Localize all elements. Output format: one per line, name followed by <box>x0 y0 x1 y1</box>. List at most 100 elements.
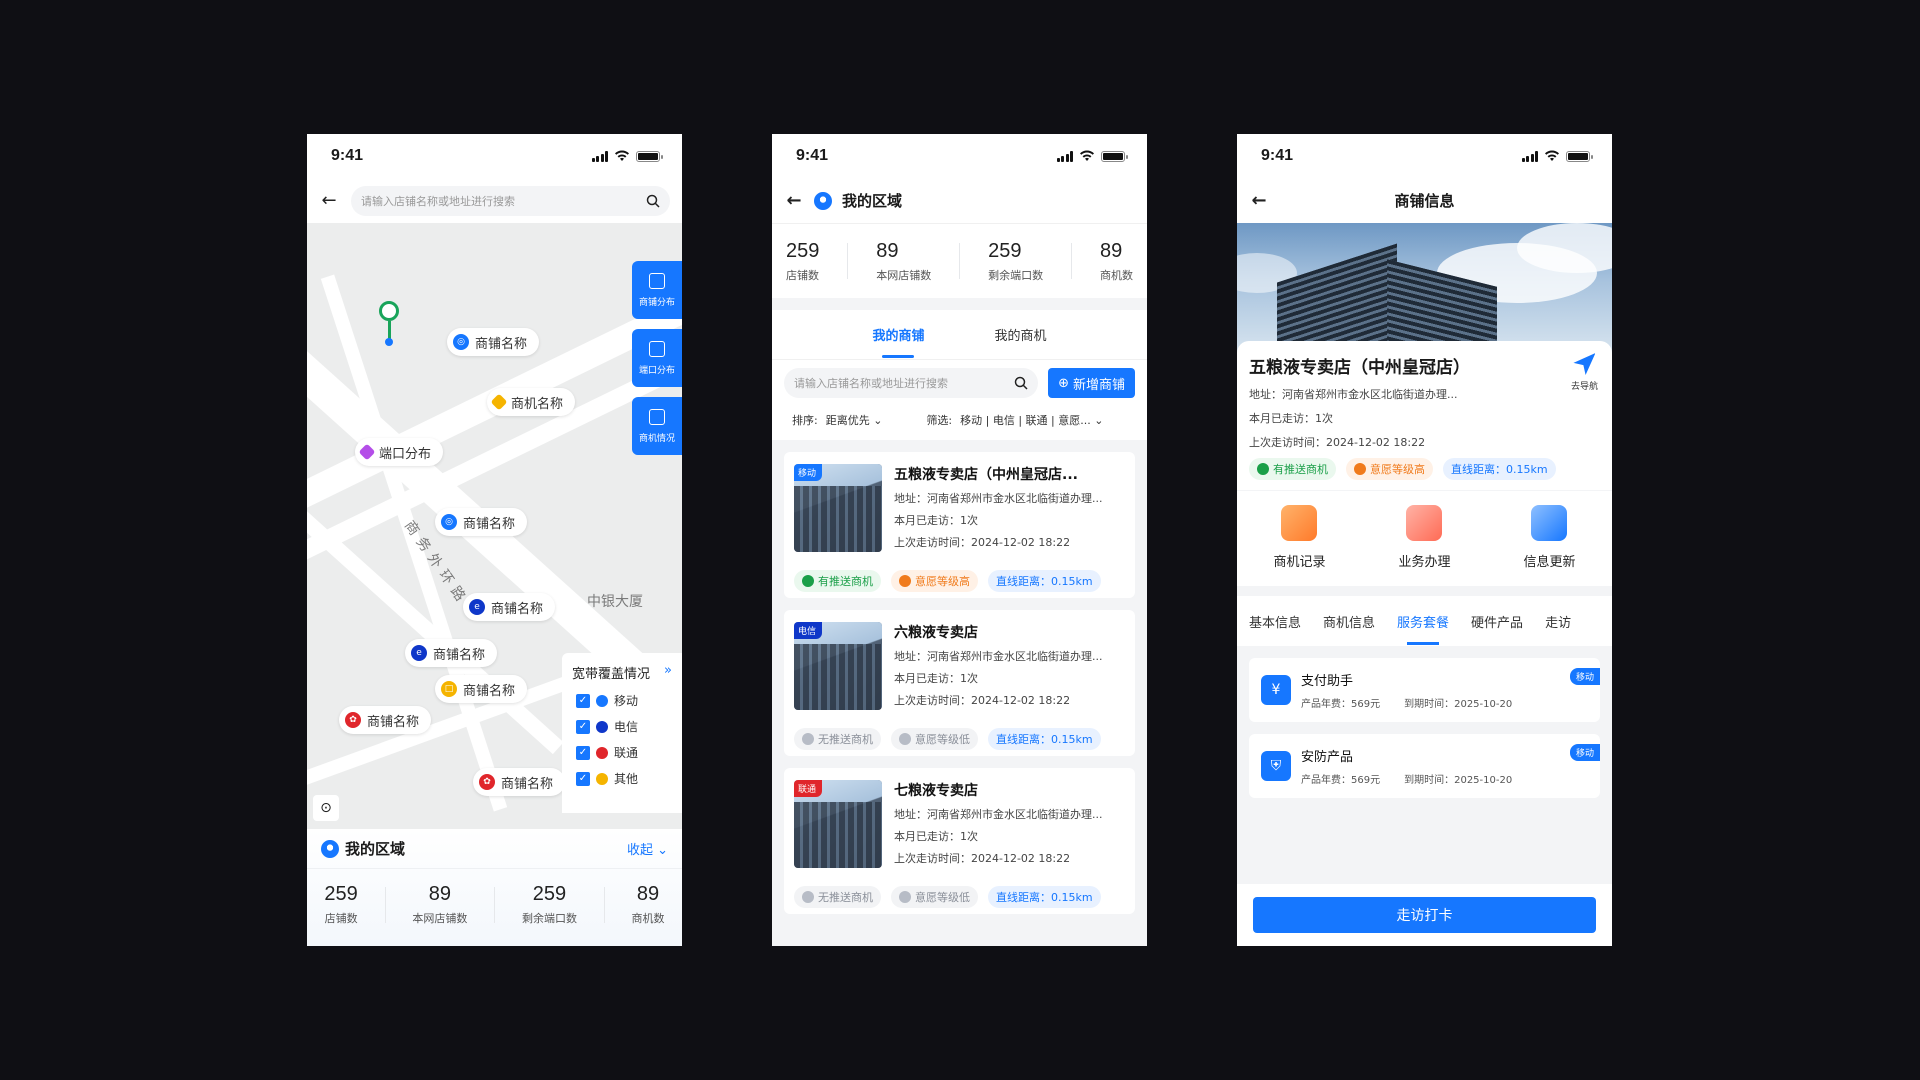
checkbox-checked[interactable]: ✓ <box>576 719 590 734</box>
sort-dropdown[interactable]: 距离优先 ⌄ <box>826 412 883 428</box>
checkbox-checked[interactable]: ✓ <box>576 771 590 786</box>
opportunity-chip: 无推送商机 <box>794 728 881 750</box>
tab-opportunity-info[interactable]: 商机信息 <box>1323 612 1375 631</box>
search-input[interactable]: 请输入店铺名称或地址进行搜索 <box>784 368 1039 398</box>
search-icon[interactable] <box>1014 376 1028 390</box>
shop-card[interactable]: 联通 七粮液专卖店 地址：河南省郑州市金水区北临街道办理... 本月已走访：1次… <box>784 768 1135 914</box>
legend-item-telecom[interactable]: ✓ 电信 <box>572 718 672 735</box>
filter-options[interactable]: 移动 | 电信 | 联通 | 意愿... ⌄ <box>960 412 1103 428</box>
search-input[interactable]: 请输入店铺名称或地址进行搜索 <box>351 185 670 216</box>
telecom-logo-icon: e <box>411 645 427 661</box>
service-item[interactable]: ¥ 支付助手 产品年费：569元 到期时间：2025-10-20 移动 <box>1249 658 1600 722</box>
collapse-button[interactable]: 收起 ⌄ <box>627 839 668 858</box>
add-shop-button[interactable]: ⊕ 新增商铺 <box>1048 368 1135 398</box>
willingness-chip: 意愿等级高 <box>891 570 978 592</box>
pin-label: 商铺名称 <box>475 336 528 352</box>
port-distribution-button[interactable]: 端口分布 <box>632 329 682 387</box>
tab-my-opportunities[interactable]: 我的商机 <box>995 325 1047 344</box>
carrier-tag: 移动 <box>794 464 823 481</box>
sad-icon <box>899 733 911 745</box>
carrier-badge: 移动 <box>1569 668 1600 685</box>
map-pin-shop[interactable]: ✿ 商铺名称 <box>339 706 432 734</box>
chart-icon <box>649 408 665 425</box>
search-icon[interactable] <box>646 194 660 208</box>
locate-me-icon[interactable]: ⊙ <box>313 795 339 821</box>
map-pin-shop[interactable]: ✿ 商铺名称 <box>473 768 566 796</box>
opportunity-record-button[interactable]: 商机记录 <box>1273 505 1326 570</box>
carrier-badge: 移动 <box>1569 744 1600 761</box>
current-location-marker <box>379 301 399 346</box>
map-pin-shop[interactable]: ◎ 商铺名称 <box>435 508 528 536</box>
last-visit: 上次走访时间：2024-12-02 18:22 <box>1249 436 1426 449</box>
pin-label: 商铺名称 <box>367 714 420 730</box>
back-arrow-icon[interactable]: ← <box>1249 190 1269 211</box>
stat-shops: 259 店铺数 <box>785 239 820 282</box>
sort-label: 排序: <box>792 414 818 427</box>
status-bar: 9:41 <box>772 134 1147 178</box>
sad-icon <box>802 891 814 903</box>
region-logo-icon <box>321 839 339 858</box>
map-pin-port[interactable]: 端口分布 <box>355 438 444 466</box>
sad-icon <box>802 733 814 745</box>
expand-chevron-icon[interactable]: » <box>664 663 672 682</box>
shop-thumbnail: 电信 <box>794 622 882 710</box>
back-arrow-icon[interactable]: ← <box>784 190 804 211</box>
stat-shops: 259 店铺数 <box>324 883 358 925</box>
checkbox-checked[interactable]: ✓ <box>576 745 590 760</box>
map-pin-shop[interactable]: ◎ 商铺名称 <box>447 328 540 356</box>
legend-item-mobile[interactable]: ✓ 移动 <box>572 692 672 709</box>
battery-icon <box>1101 150 1128 162</box>
map-layer-buttons: 商铺分布 端口分布 商机情况 <box>632 261 682 455</box>
signal-icon <box>1056 150 1073 162</box>
map-pin-shop[interactable]: □ 商铺名称 <box>435 675 528 703</box>
chip-icon <box>649 340 665 357</box>
mobile-logo-icon: ◎ <box>441 514 457 530</box>
filter-label: 筛选: <box>926 414 953 427</box>
last-visit: 上次走访时间：2024-12-02 18:22 <box>894 852 1071 865</box>
checkbox-checked[interactable]: ✓ <box>576 693 590 708</box>
map-pin-opportunity[interactable]: 商机名称 <box>487 388 576 416</box>
pin-label: 商铺名称 <box>491 601 544 617</box>
shop-card[interactable]: 电信 六粮液专卖店 地址：河南省郑州市金水区北临街道办理... 本月已走访：1次… <box>784 610 1135 756</box>
tab-my-shops[interactable]: 我的商铺 <box>872 325 924 344</box>
tab-service-package[interactable]: 服务套餐 <box>1397 612 1449 631</box>
shop-address: 地址：河南省郑州市金水区北临街道办理... <box>1249 388 1458 401</box>
opportunity-chip: 无推送商机 <box>794 886 881 908</box>
visit-count: 本月已走访：1次 <box>894 514 978 527</box>
tab-basic-info[interactable]: 基本信息 <box>1249 612 1301 631</box>
search-bar: 请输入店铺名称或地址进行搜索 ⊕ 新增商铺 <box>772 360 1147 406</box>
side-button-label: 端口分布 <box>638 365 675 376</box>
wifi-icon <box>1080 150 1094 161</box>
legend-item-unicom[interactable]: ✓ 联通 <box>572 744 672 761</box>
wifi-icon <box>1545 150 1559 161</box>
business-handling-button[interactable]: 业务办理 <box>1398 505 1451 570</box>
detail-tabs: 基本信息 商机信息 服务套餐 硬件产品 走访 <box>1237 596 1612 646</box>
map-view[interactable]: ◎ 商铺名称 商机名称 端口分布 ◎ 商铺名称 e 商铺名称 e 商铺名称 □ 商铺名称 … <box>307 223 682 829</box>
signal-icon <box>1521 150 1538 162</box>
map-pin-shop[interactable]: e 商铺名称 <box>405 639 498 667</box>
smile-icon <box>1257 463 1269 475</box>
shop-distribution-button[interactable]: 商铺分布 <box>632 261 682 319</box>
legend-item-other[interactable]: ✓ 其他 <box>572 770 672 787</box>
tab-hardware[interactable]: 硬件产品 <box>1471 612 1523 631</box>
navigate-button[interactable]: 去导航 <box>1571 353 1598 392</box>
info-update-button[interactable]: 信息更新 <box>1523 505 1576 570</box>
tab-visit[interactable]: 走访 <box>1545 612 1571 631</box>
page-title: 商铺信息 <box>1394 192 1455 210</box>
pin-label: 商铺名称 <box>501 776 554 792</box>
shop-photo <box>1237 223 1612 353</box>
service-item[interactable]: ⛨ 安防产品 产品年费：569元 到期时间：2025-10-20 移动 <box>1249 734 1600 798</box>
map-pin-shop[interactable]: e 商铺名称 <box>463 593 556 621</box>
checkin-button[interactable]: 走访打卡 <box>1253 897 1596 933</box>
back-arrow-icon[interactable]: ← <box>319 190 339 211</box>
shop-card[interactable]: 移动 五粮液专卖店（中州皇冠店... 地址：河南省郑州市金水区北临街道办理...… <box>784 452 1135 598</box>
diamond-icon <box>358 443 376 461</box>
mobile-logo-icon: ◎ <box>453 334 469 350</box>
mobile-logo-icon <box>596 694 608 707</box>
status-bar: 9:41 <box>307 134 682 178</box>
last-visit: 上次走访时间：2024-12-02 18:22 <box>894 694 1071 707</box>
shop-name: 五粮液专卖店（中州皇冠店） <box>1249 358 1470 378</box>
service-name: 安防产品 <box>1301 750 1354 765</box>
other-logo-icon <box>596 772 608 785</box>
opportunity-status-button[interactable]: 商机情况 <box>632 397 682 455</box>
